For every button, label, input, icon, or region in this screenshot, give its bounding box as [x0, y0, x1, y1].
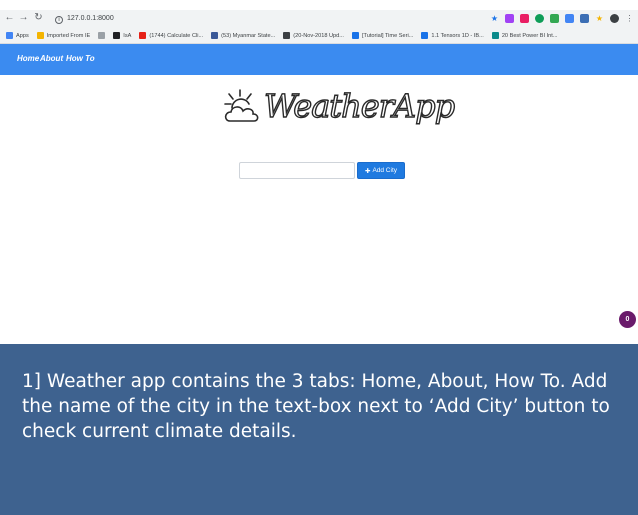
- url-text: 127.0.0.1:8000: [67, 15, 114, 22]
- extension-icon[interactable]: [505, 14, 514, 23]
- bookmark-label: [Tutorial] Time Seri...: [361, 32, 414, 39]
- bookmark-icon: [211, 32, 219, 39]
- profile-avatar-icon[interactable]: [610, 14, 619, 23]
- screenshot-stage: ← → ↻ i 127.0.0.1:8000 ★ ★ ⋮ Apps Imported…: [0, 0, 638, 515]
- sun-cloud-icon: [224, 89, 259, 122]
- nav-home-link[interactable]: Home: [17, 54, 39, 63]
- extension-icon[interactable]: [550, 14, 559, 23]
- address-row: ← → ↻ i 127.0.0.1:8000 ★ ★ ⋮: [0, 10, 638, 27]
- bookmark-item[interactable]: 1.1 Tensors 1D - IB...: [421, 32, 484, 39]
- add-city-button[interactable]: ✚ Add City: [357, 162, 405, 179]
- bookmark-item[interactable]: Apps: [6, 32, 29, 39]
- extension-icon[interactable]: [535, 14, 544, 23]
- top-navbar: Home About How To: [0, 44, 638, 75]
- star-extension-icon[interactable]: ★: [595, 14, 604, 23]
- bookmark-label: 1.1 Tensors 1D - IB...: [431, 32, 484, 39]
- bookmark-label: 20 Best Power BI Int...: [501, 32, 558, 39]
- bookmark-label: Imported From IE: [46, 32, 91, 39]
- extension-icon[interactable]: [565, 14, 574, 23]
- bookmark-icon: [113, 32, 121, 39]
- bookmark-item[interactable]: 20 Best Power BI Int...: [491, 32, 558, 39]
- browser-chrome: ← → ↻ i 127.0.0.1:8000 ★ ★ ⋮ Apps Imported…: [0, 10, 638, 44]
- bookmark-icon: [36, 32, 44, 39]
- extension-icon[interactable]: [520, 14, 529, 23]
- bookmark-label: IsA: [123, 32, 132, 39]
- extension-icons: ★ ★ ⋮: [490, 13, 634, 24]
- add-city-label: Add City: [372, 167, 398, 174]
- menu-dots-icon[interactable]: ⋮: [625, 14, 634, 23]
- notification-badge[interactable]: 0: [619, 311, 636, 328]
- forward-arrow-icon[interactable]: →: [18, 12, 29, 24]
- plus-icon: ✚: [364, 167, 371, 175]
- bookmark-icon: [6, 32, 13, 39]
- bookmark-icon: [351, 32, 359, 39]
- bookmark-item[interactable]: IsA: [113, 32, 131, 39]
- nav-how-to-link[interactable]: How To: [66, 54, 95, 63]
- bookmark-label: (53) Myanmar State...: [221, 32, 276, 39]
- bookmark-label: (1744) Calculate Cli...: [149, 32, 204, 39]
- city-name-input[interactable]: [239, 162, 355, 179]
- nav-about-link[interactable]: About: [40, 54, 63, 63]
- bookmark-item[interactable]: (1744) Calculate Cli...: [139, 32, 203, 39]
- logo-text: WeatherApp: [263, 86, 455, 125]
- bookmark-label: Apps: [16, 32, 29, 39]
- bookmark-icon: [139, 32, 147, 39]
- tutorial-caption: 1] Weather app contains the 3 tabs: Home…: [0, 344, 638, 515]
- reload-icon[interactable]: ↻: [33, 12, 44, 24]
- bookmark-icon: [421, 32, 429, 39]
- bookmark-item[interactable]: Imported From IE: [36, 32, 91, 39]
- bookmark-item[interactable]: [Tutorial] Time Seri...: [351, 32, 414, 39]
- extension-icon[interactable]: [580, 14, 589, 23]
- bookmark-label: (20-Nov-2018 Upd...: [293, 32, 344, 39]
- bookmarks-bar: Apps Imported From IE IsA (1744) Calculate …: [0, 28, 638, 43]
- star-bookmark-icon[interactable]: ★: [490, 14, 499, 23]
- weatherapp-logo: WeatherApp: [222, 85, 456, 130]
- back-arrow-icon[interactable]: ←: [4, 12, 15, 24]
- bookmark-item[interactable]: [98, 32, 106, 39]
- bookmark-icon: [98, 32, 106, 39]
- site-info-icon[interactable]: i: [55, 16, 63, 24]
- bookmark-icon: [491, 32, 499, 39]
- bookmark-item[interactable]: (20-Nov-2018 Upd...: [283, 32, 344, 39]
- bookmark-icon: [283, 32, 291, 39]
- bookmark-item[interactable]: (53) Myanmar State...: [211, 32, 275, 39]
